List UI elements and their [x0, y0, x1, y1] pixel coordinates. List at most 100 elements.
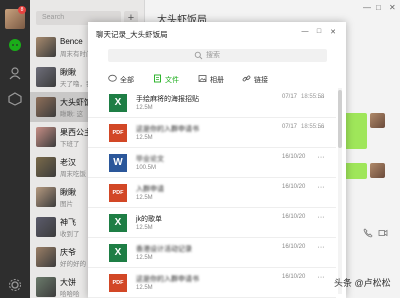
dialog-maximize-button[interactable]: □ [314, 28, 324, 35]
file-type-icon: X [109, 94, 127, 112]
contacts-icon[interactable] [8, 66, 22, 80]
filter-tabs: 全部 文件 相册 链接 [108, 74, 328, 86]
file-list-scrollbar[interactable] [338, 88, 342, 294]
filter-tab-label: 全部 [120, 77, 134, 84]
image-icon [198, 75, 207, 82]
history-search-input[interactable]: 搜索 [108, 49, 327, 62]
chat-avatar [370, 163, 385, 178]
file-row[interactable]: PDF 入群申请 12.5M 16/10/20 ··· [88, 178, 336, 208]
file-more-button[interactable]: ··· [316, 274, 326, 281]
file-more-button[interactable]: ··· [316, 94, 326, 101]
avatar [36, 217, 56, 237]
file-name: 这是你的入群申请书 [136, 276, 199, 283]
avatar [36, 157, 56, 177]
file-date-value: 16/10/20 [282, 154, 306, 160]
history-search-placeholder: 搜索 [206, 52, 220, 59]
dialog-minimize-button[interactable]: — [300, 28, 310, 35]
file-type-icon: W [109, 154, 127, 172]
chat-maximize-button[interactable]: □ [376, 3, 381, 12]
chat-name: 大饼 [60, 278, 76, 287]
chat-minimize-button[interactable]: — [363, 3, 371, 12]
file-name: 手绘麻将的海报招贴 [136, 96, 199, 103]
file-date-value: 16/10/20 [282, 274, 306, 280]
filter-tab-files[interactable]: 文件 [153, 74, 179, 86]
filter-tab-links[interactable]: 链接 [242, 74, 268, 86]
avatar [36, 277, 56, 297]
filter-tab-label: 链接 [254, 77, 268, 84]
file-type-icon: PDF [109, 124, 127, 142]
file-date-value: 07/17 [282, 94, 298, 100]
file-date-value: 16/10/20 [282, 184, 306, 190]
chat-name: 老汉 [60, 158, 76, 167]
file-date-value: 07/17 [282, 124, 298, 130]
nav-rail: 8 [0, 0, 30, 298]
file-name: jk的歌单 [136, 216, 163, 223]
file-type-icon: PDF [109, 184, 127, 202]
file-date: 16/10/20 [282, 214, 309, 220]
filter-tab-all[interactable]: 全部 [108, 74, 134, 86]
dialog-title: 聊天记录_大头虾饭局 [96, 30, 168, 39]
chat-name: Bence [60, 37, 83, 46]
file-date-value: 16/10/20 [282, 244, 306, 250]
file-date: 16/10/20 [282, 274, 309, 280]
chat-bubble-icon [108, 74, 117, 82]
settings-icon[interactable] [8, 278, 22, 292]
phone-icon[interactable] [363, 228, 373, 238]
file-more-button[interactable]: ··· [316, 124, 326, 131]
search-icon [194, 51, 203, 60]
file-name: 香港设计活动记录 [136, 246, 192, 253]
file-more-button[interactable]: ··· [316, 214, 326, 221]
filter-tab-label: 文件 [165, 77, 179, 84]
video-call-icon[interactable] [378, 228, 388, 238]
file-size: 12.5M [136, 285, 153, 291]
file-more-button[interactable]: ··· [316, 184, 326, 191]
file-icon [154, 74, 161, 83]
file-date: 16/10/20 [282, 244, 309, 250]
file-row[interactable]: X 香港设计活动记录 12.5M 16/10/20 ··· [88, 238, 336, 268]
file-size: 12.5M [136, 195, 153, 201]
file-size: 12.5M [136, 255, 153, 261]
avatar [36, 67, 56, 87]
avatar [36, 187, 56, 207]
file-size: 12.5M [136, 225, 153, 231]
chat-name: 神飞 [60, 218, 76, 227]
file-size: 12.5M [136, 105, 153, 111]
file-list: X 手绘麻将的海报招贴 12.5M 07/17 18:55:58 ··· PDF 这是你的入群… [88, 88, 336, 298]
file-name: 入群申请 [136, 186, 164, 193]
file-type-icon: X [109, 214, 127, 232]
file-type-icon: X [109, 244, 127, 262]
unread-badge: 8 [18, 6, 26, 14]
file-more-button[interactable]: ··· [316, 154, 326, 161]
file-size: 12.5M [136, 135, 153, 141]
dialog-close-button[interactable]: ✕ [328, 28, 338, 36]
session-search-placeholder: Search [42, 14, 65, 21]
filter-tab-label: 相册 [210, 77, 224, 84]
file-row[interactable]: PDF 这是你的入群申请书 12.5M 07/17 18:55:56 ··· [88, 118, 336, 148]
link-icon [242, 75, 251, 82]
file-row[interactable]: W 毕业论文 100.5M 16/10/20 ··· [88, 148, 336, 178]
avatar [36, 97, 56, 117]
file-size: 100.5M [136, 165, 157, 171]
file-row[interactable]: PDF 这是你的入群申请书 12.5M 16/10/20 ··· [88, 268, 336, 298]
avatar [36, 247, 56, 267]
chat-avatar [370, 113, 385, 128]
file-date: 16/10/20 [282, 154, 309, 160]
file-date-value: 16/10/20 [282, 214, 306, 220]
file-date: 16/10/20 [282, 184, 309, 190]
file-row[interactable]: X 手绘麻将的海报招贴 12.5M 07/17 18:55:58 ··· [88, 88, 336, 118]
watermark: 头条 @卢松松 [334, 278, 391, 288]
chat-icon[interactable] [8, 38, 22, 52]
file-name: 这是你的入群申请书 [136, 126, 199, 133]
scrollbar-thumb[interactable] [338, 90, 342, 148]
avatar [36, 37, 56, 57]
avatar [36, 127, 56, 147]
file-more-button[interactable]: ··· [316, 244, 326, 251]
file-row[interactable]: Xjk的歌单 12.5M 16/10/20 ··· [88, 208, 336, 238]
chat-name: 瞅瞅 [60, 188, 76, 197]
favorites-icon[interactable] [8, 92, 22, 106]
file-type-icon: PDF [109, 274, 127, 292]
chat-close-button[interactable]: ✕ [389, 3, 396, 12]
filter-tab-album[interactable]: 相册 [198, 74, 224, 86]
chat-history-dialog: 聊天记录_大头虾饭局 — □ ✕ 搜索 全部 文件 相册 链接 X 手绘麻将的海报… [88, 22, 346, 298]
chat-name: 瞅瞅 [60, 68, 76, 77]
